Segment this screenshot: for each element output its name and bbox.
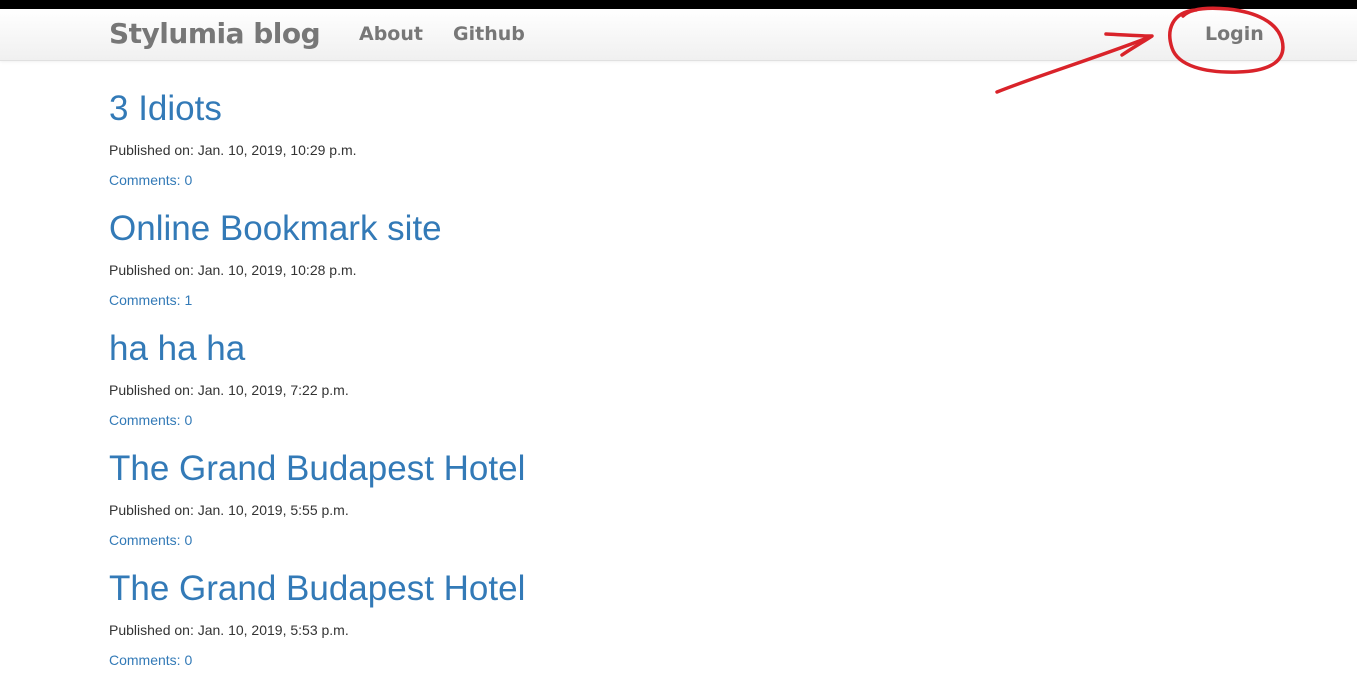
- post-published-date: Published on: Jan. 10, 2019, 10:28 p.m.: [109, 262, 357, 278]
- post-comments-link[interactable]: Comments: 0: [109, 411, 192, 429]
- post-published-date: Published on: Jan. 10, 2019, 7:22 p.m.: [109, 382, 349, 398]
- nav-about-link[interactable]: About: [359, 22, 423, 46]
- post-title-link[interactable]: The Grand Budapest Hotel: [109, 568, 525, 610]
- post-title-link[interactable]: Online Bookmark site: [109, 208, 442, 250]
- post-item: The Grand Budapest Hotel Published on: J…: [109, 448, 1009, 568]
- post-item: ha ha ha Published on: Jan. 10, 2019, 7:…: [109, 328, 1009, 448]
- nav-github-link[interactable]: Github: [453, 22, 525, 46]
- post-comments-link[interactable]: Comments: 1: [109, 291, 192, 309]
- post-title-link[interactable]: ha ha ha: [109, 328, 245, 370]
- post-comments-link[interactable]: Comments: 0: [109, 651, 192, 669]
- post-comments-link[interactable]: Comments: 0: [109, 171, 192, 189]
- top-black-strip: [0, 0, 1357, 9]
- post-title-link[interactable]: 3 Idiots: [109, 88, 222, 130]
- post-comments-link[interactable]: Comments: 0: [109, 531, 192, 549]
- post-item: 3 Idiots Published on: Jan. 10, 2019, 10…: [109, 88, 1009, 208]
- post-title-link[interactable]: The Grand Budapest Hotel: [109, 448, 525, 490]
- post-published-date: Published on: Jan. 10, 2019, 5:53 p.m.: [109, 622, 349, 638]
- post-list: 3 Idiots Published on: Jan. 10, 2019, 10…: [109, 88, 1009, 688]
- post-item: Online Bookmark site Published on: Jan. …: [109, 208, 1009, 328]
- nav-login-link[interactable]: Login: [1205, 22, 1264, 46]
- navbar: Stylumia blog About Github Login: [0, 9, 1357, 61]
- brand-link[interactable]: Stylumia blog: [109, 16, 321, 52]
- post-published-date: Published on: Jan. 10, 2019, 10:29 p.m.: [109, 142, 357, 158]
- post-published-date: Published on: Jan. 10, 2019, 5:55 p.m.: [109, 502, 349, 518]
- post-item: The Grand Budapest Hotel Published on: J…: [109, 568, 1009, 688]
